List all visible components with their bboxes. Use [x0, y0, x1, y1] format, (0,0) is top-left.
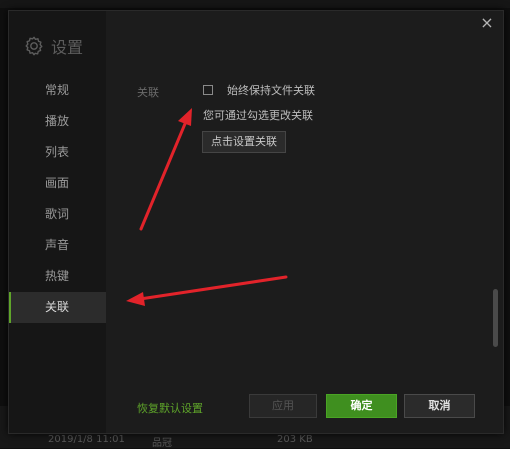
dialog-title: 设置 [51, 38, 84, 57]
restore-defaults-link[interactable]: 恢复默认设置 [137, 400, 203, 416]
keep-association-label[interactable]: 始终保持文件关联 [227, 82, 315, 98]
set-association-button[interactable]: 点击设置关联 [202, 131, 286, 153]
sidebar-item-general[interactable]: 常规 [9, 75, 106, 106]
dialog-brand: 设置 [23, 33, 83, 59]
settings-nav: 常规 播放 列表 画面 歌词 声音 热键 关联 [9, 75, 106, 323]
close-icon[interactable]: × [479, 15, 495, 31]
background-window-top [0, 0, 510, 8]
settings-sidebar: 设置 常规 播放 列表 画面 歌词 声音 热键 关联 [9, 11, 106, 433]
file-artist: 品冠 [152, 438, 172, 449]
file-date: 2019/1/8 11:01 [48, 434, 125, 445]
ok-button[interactable]: 确定 [326, 394, 397, 418]
sidebar-item-lyrics[interactable]: 歌词 [9, 199, 106, 230]
sidebar-item-association[interactable]: 关联 [9, 292, 106, 323]
gear-icon [25, 36, 43, 56]
keep-association-checkbox[interactable] [203, 85, 213, 95]
cancel-button[interactable]: 取消 [404, 394, 475, 418]
sidebar-item-playback[interactable]: 播放 [9, 106, 106, 137]
section-label: 关联 [137, 86, 159, 99]
sidebar-item-video[interactable]: 画面 [9, 168, 106, 199]
apply-button[interactable]: 应用 [249, 394, 317, 418]
keep-association-row: 始终保持文件关联 [203, 82, 315, 98]
association-hint: 您可通过勾选更改关联 [203, 109, 313, 122]
scrollbar-thumb[interactable] [493, 289, 498, 347]
file-size: 203 KB [277, 434, 313, 445]
settings-dialog: 设置 常规 播放 列表 画面 歌词 声音 热键 关联 × 关联 始终保持文件关联… [8, 10, 504, 434]
background-file-row: 2019/1/8 11:01 品冠 203 KB [0, 434, 510, 449]
sidebar-item-hotkeys[interactable]: 热键 [9, 261, 106, 292]
sidebar-item-playlist[interactable]: 列表 [9, 137, 106, 168]
sidebar-item-audio[interactable]: 声音 [9, 230, 106, 261]
